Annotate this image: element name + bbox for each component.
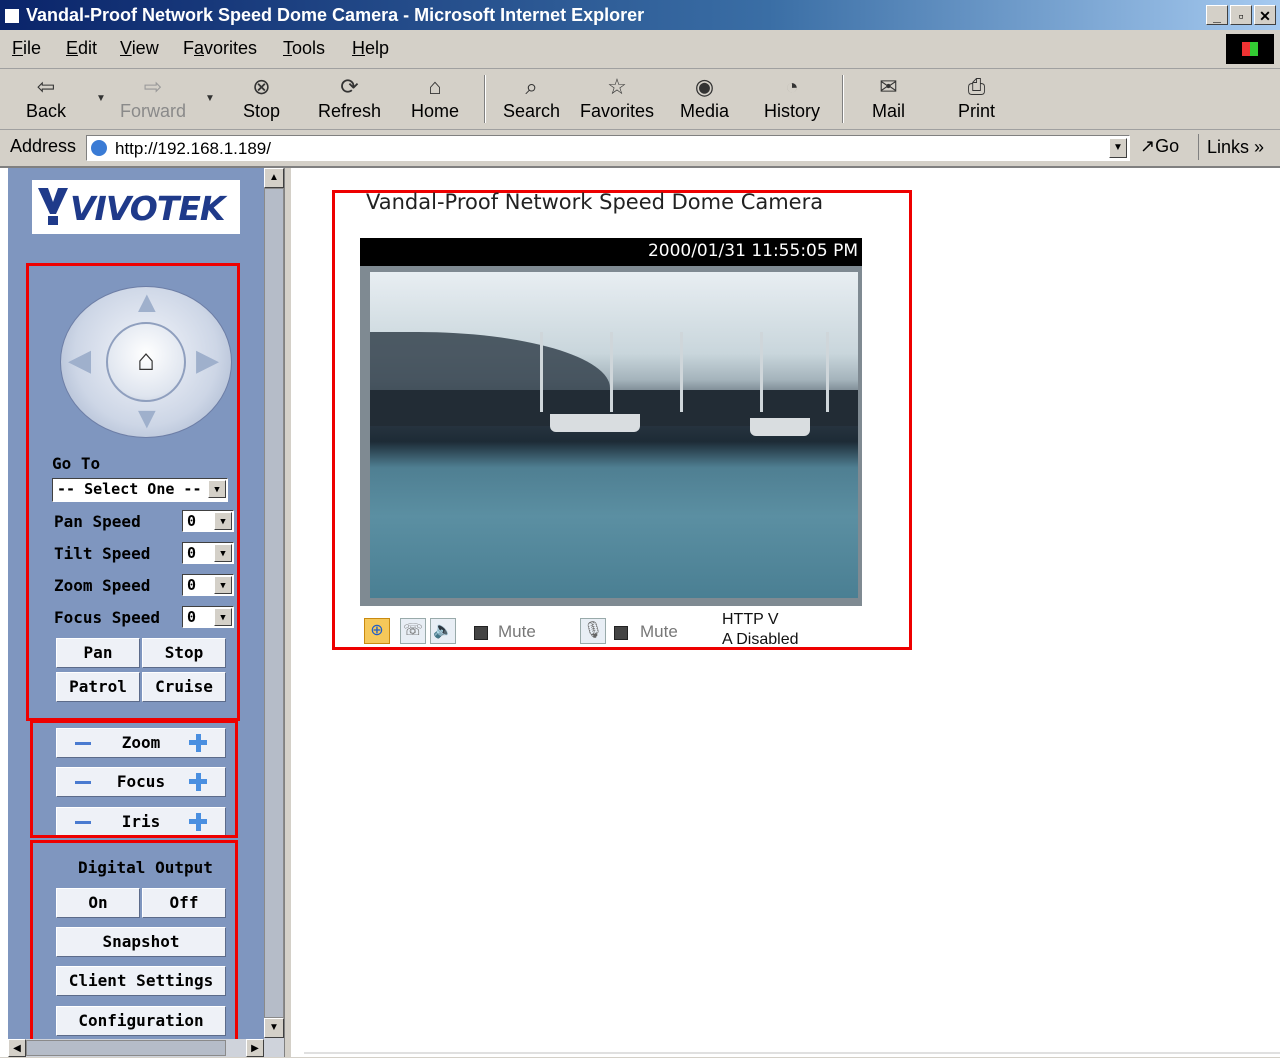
hscroll-thumb[interactable] xyxy=(26,1040,226,1056)
video-timestamp: 2000/01/31 11:55:05 PM xyxy=(647,241,858,261)
left-frame-scrollbar[interactable]: ▲ ▼ xyxy=(264,168,284,1057)
links-button[interactable]: Links » xyxy=(1198,134,1264,160)
favorites-button[interactable]: ☆ Favorites xyxy=(580,73,654,122)
back-button[interactable]: ⇦ Back xyxy=(26,73,66,122)
speaker-mute-checkbox[interactable] xyxy=(474,626,488,640)
camera-image xyxy=(370,272,858,598)
toolbar-separator xyxy=(842,75,844,123)
pole xyxy=(610,332,613,412)
media-button[interactable]: ◉ Media xyxy=(680,73,729,122)
close-button[interactable]: ✕ xyxy=(1254,5,1276,25)
page-icon xyxy=(91,140,107,156)
stop-button[interactable]: ⊗ Stop xyxy=(243,73,280,122)
media-icon: ◉ xyxy=(694,74,715,99)
scroll-down-icon[interactable]: ▼ xyxy=(264,1018,284,1038)
browser-content: VIVOTEK ▲ ▼ ◀ ▶ ⌂ Go To -- Select One --… xyxy=(0,168,1280,1057)
protocol-line-1: HTTP V xyxy=(722,611,779,628)
windows-logo-icon xyxy=(1226,34,1274,64)
scroll-left-icon[interactable]: ◀ xyxy=(8,1039,26,1057)
pole xyxy=(540,332,543,412)
timestamp-bar: 2000/01/31 11:55:05 PM xyxy=(360,238,862,266)
talk-icon[interactable]: ☏ xyxy=(400,618,426,644)
menu-tools[interactable]: Tools xyxy=(283,38,325,59)
speaker-icon[interactable]: 🔈 xyxy=(430,618,456,644)
ie-app-icon xyxy=(4,8,20,24)
ptz-control-highlight xyxy=(26,263,240,721)
mic-mute-checkbox[interactable] xyxy=(614,626,628,640)
refresh-icon: ⟳ xyxy=(340,74,359,99)
back-dropdown-icon[interactable]: ▼ xyxy=(96,93,106,104)
mail-button[interactable]: ✉ Mail xyxy=(872,73,905,122)
boat xyxy=(750,418,810,436)
home-button[interactable]: ⌂ Home xyxy=(411,73,459,122)
menu-help[interactable]: Help xyxy=(352,38,389,59)
forward-dropdown-icon[interactable]: ▼ xyxy=(205,93,215,104)
go-arrow-icon: ↗ xyxy=(1140,136,1156,156)
output-settings-highlight xyxy=(30,840,238,1055)
menu-favorites[interactable]: Favorites xyxy=(183,38,257,59)
print-button[interactable]: ⎙ Print xyxy=(958,73,995,122)
microphone-icon[interactable]: 🎙 xyxy=(580,618,606,644)
search-icon: ⌕ xyxy=(525,74,538,99)
address-bar: Address http://192.168.1.189/ ▼ ↗Go Link… xyxy=(0,130,1280,168)
search-button[interactable]: ⌕ Search xyxy=(503,73,560,122)
pole xyxy=(760,332,763,412)
left-frame-hscrollbar[interactable]: ◀ ▶ xyxy=(8,1039,264,1057)
address-input[interactable]: http://192.168.1.189/ ▼ xyxy=(86,135,1130,161)
scroll-right-icon[interactable]: ▶ xyxy=(246,1039,264,1057)
menu-edit[interactable]: Edit xyxy=(66,38,97,59)
lens-control-highlight xyxy=(30,720,238,838)
window-title: Vandal-Proof Network Speed Dome Camera -… xyxy=(26,5,645,25)
stop-icon: ⊗ xyxy=(252,74,271,99)
maximize-button[interactable]: ▫ xyxy=(1230,5,1252,25)
speaker-mute-label: Mute xyxy=(498,622,536,641)
mic-mute-label: Mute xyxy=(640,622,678,641)
home-icon: ⌂ xyxy=(428,74,442,99)
history-icon: ◔ xyxy=(785,74,799,99)
address-dropdown-icon[interactable]: ▼ xyxy=(1109,138,1127,158)
boat xyxy=(550,414,640,432)
page-title: Vandal-Proof Network Speed Dome Camera xyxy=(366,190,824,214)
minimize-button[interactable]: _ xyxy=(1206,5,1228,25)
pole xyxy=(680,332,683,412)
toolbar-separator xyxy=(484,75,486,123)
pole xyxy=(826,332,829,412)
bottom-divider xyxy=(304,1052,1280,1054)
print-icon: ⎙ xyxy=(967,74,986,99)
forward-button[interactable]: ⇨ Forward xyxy=(120,73,186,122)
scroll-thumb[interactable] xyxy=(264,188,284,1018)
go-button[interactable]: ↗Go xyxy=(1140,136,1179,157)
window-title-bar: Vandal-Proof Network Speed Dome Camera -… xyxy=(0,0,1280,30)
vivotek-mark-icon xyxy=(38,188,68,225)
protocol-status: HTTP V A Disabled xyxy=(722,610,799,650)
menu-bar: File Edit View Favorites Tools Help xyxy=(0,30,1280,69)
mail-icon: ✉ xyxy=(879,74,898,99)
scroll-up-icon[interactable]: ▲ xyxy=(264,168,284,188)
address-url: http://192.168.1.189/ xyxy=(115,139,271,158)
browser-toolbar: ⇦ Back ▼ ⇨ Forward ▼ ⊗ Stop ⟳ Refresh ⌂ Home … xyxy=(0,69,1280,130)
address-label: Address xyxy=(10,136,77,156)
digital-zoom-icon[interactable]: ⊕ xyxy=(364,618,390,644)
favorites-folder-icon: ☆ xyxy=(607,74,627,99)
back-arrow-icon: ⇦ xyxy=(36,74,56,99)
frame-divider[interactable] xyxy=(284,168,291,1057)
live-video-view[interactable]: 2000/01/31 11:55:05 PM xyxy=(360,238,862,606)
protocol-line-2: A Disabled xyxy=(722,631,799,648)
menu-view[interactable]: View xyxy=(120,38,159,59)
forward-arrow-icon: ⇨ xyxy=(143,74,163,99)
menu-file[interactable]: File xyxy=(12,38,41,59)
vivotek-logo: VIVOTEK xyxy=(32,180,240,234)
history-button[interactable]: ◔ History xyxy=(764,73,820,122)
refresh-button[interactable]: ⟳ Refresh xyxy=(318,73,381,122)
